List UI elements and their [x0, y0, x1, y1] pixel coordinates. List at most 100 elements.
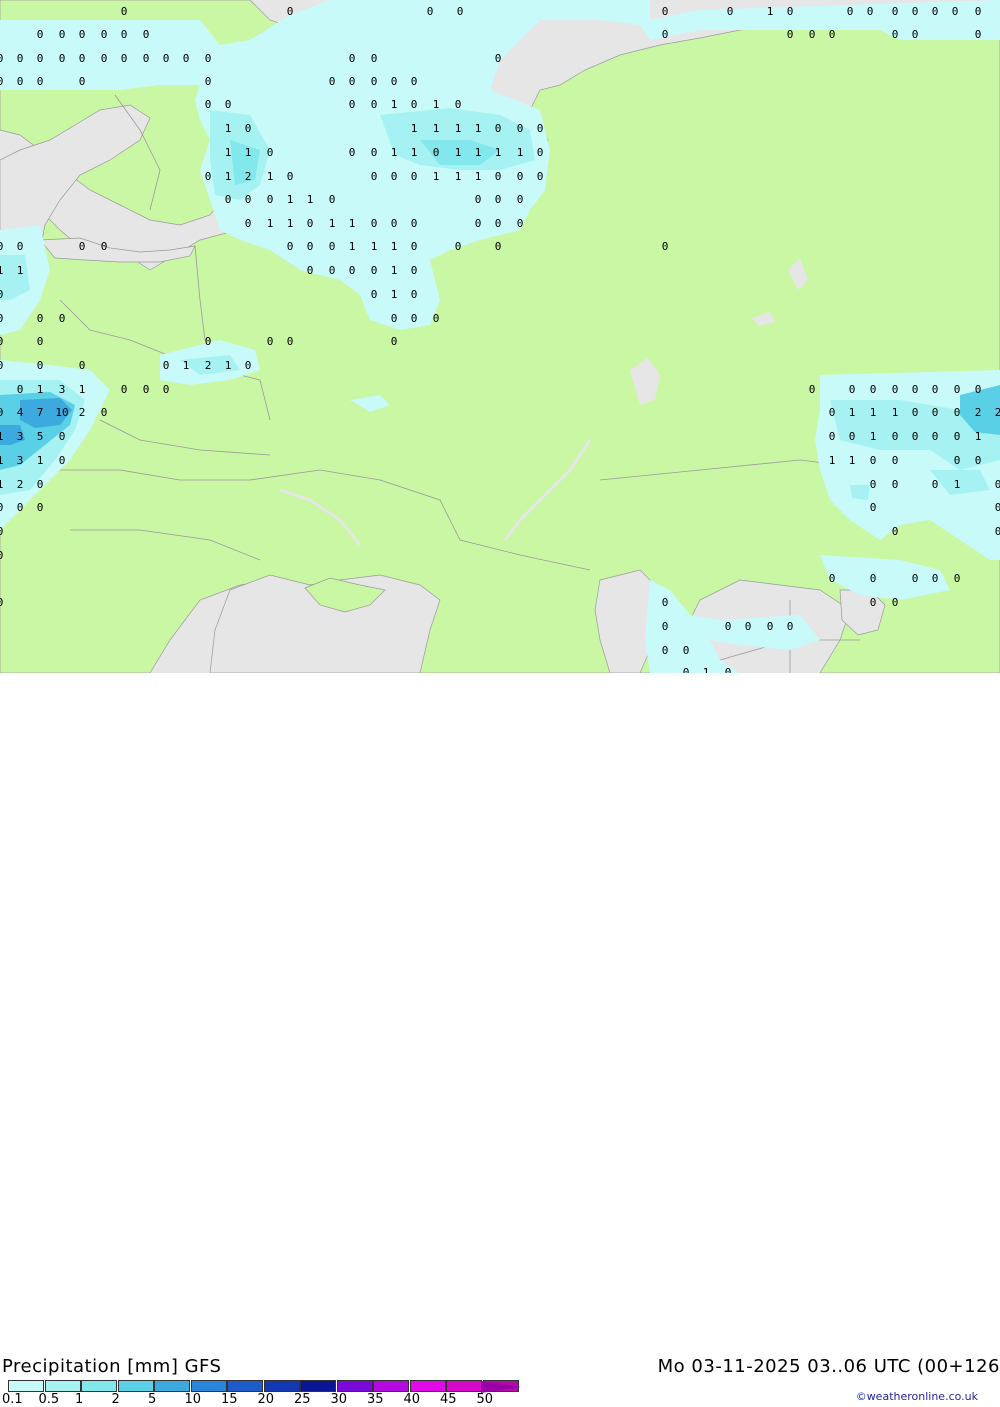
precip-value: 0	[205, 170, 212, 183]
precip-value: 0	[727, 5, 734, 18]
precip-value: 2	[995, 406, 1000, 419]
precip-value: 0	[17, 75, 24, 88]
precip-value: 0	[912, 572, 919, 585]
precip-value: 1	[37, 454, 44, 467]
precip-value: 0	[745, 620, 752, 633]
precip-value: 1	[225, 359, 232, 372]
legend-swatch	[300, 1380, 336, 1392]
precip-value: 0	[0, 359, 3, 372]
precip-value: 0	[912, 383, 919, 396]
precip-value: 1	[0, 430, 3, 443]
precip-value: 0	[287, 335, 294, 348]
precip-value: 1	[829, 454, 836, 467]
precip-value: 0	[870, 572, 877, 585]
precip-value: 0	[829, 406, 836, 419]
precip-value: 0	[870, 454, 877, 467]
precip-value: 0	[225, 98, 232, 111]
color-scale: 0.1 0.5 1 2 5 10 15 20 25 30 35 40 45 50	[2, 1380, 528, 1407]
precip-value: 0	[537, 122, 544, 135]
legend-tick-label: 45	[440, 1392, 457, 1407]
precip-value: 0	[245, 217, 252, 230]
precip-value: 0	[0, 312, 3, 325]
precip-value: 0	[17, 383, 24, 396]
precip-value: 0	[245, 193, 252, 206]
legend-swatch	[190, 1380, 227, 1392]
credit-link[interactable]: ©weatheronline.co.uk	[856, 1390, 978, 1403]
precip-value: 0	[787, 28, 794, 41]
precip-value: 1	[475, 146, 482, 159]
precip-value: 2	[79, 406, 86, 419]
precip-value: 1	[433, 122, 440, 135]
precip-value: 0	[662, 5, 669, 18]
precip-value: 0	[0, 288, 3, 301]
precip-value: 3	[17, 430, 24, 443]
precip-value: 0	[537, 146, 544, 159]
precip-value: 0	[0, 52, 3, 65]
legend-tick-label: 10	[184, 1392, 202, 1407]
precip-value: 0	[101, 28, 108, 41]
precip-value: 0	[329, 75, 336, 88]
precip-value: 0	[371, 170, 378, 183]
precip-value: 0	[683, 666, 690, 673]
precip-value: 1	[225, 170, 232, 183]
precip-value: 0	[371, 52, 378, 65]
precip-value: 0	[433, 146, 440, 159]
precip-value: 0	[495, 217, 502, 230]
precip-value: 0	[411, 240, 418, 253]
precip-value: 0	[287, 170, 294, 183]
precip-value: 0	[267, 335, 274, 348]
precip-value: 1	[455, 146, 462, 159]
precip-value: 2	[245, 170, 252, 183]
precip-value: 1	[37, 383, 44, 396]
precip-value: 0	[59, 454, 66, 467]
precip-value: 0	[892, 596, 899, 609]
precip-value: 0	[495, 170, 502, 183]
precip-value: 0	[954, 430, 961, 443]
precip-value: 0	[495, 52, 502, 65]
precip-value: 0	[849, 383, 856, 396]
precip-value: 0	[121, 52, 128, 65]
legend-tick-label: 30	[330, 1392, 348, 1407]
precip-value: 0	[349, 52, 356, 65]
precip-value: 0	[975, 5, 982, 18]
precip-value: 0	[371, 75, 378, 88]
precip-value: 0	[37, 501, 44, 514]
legend-swatch	[446, 1380, 482, 1392]
precip-value: 0	[662, 620, 669, 633]
precip-value: 0	[829, 430, 836, 443]
precip-value: 0	[912, 430, 919, 443]
precip-value: 1	[391, 264, 398, 277]
precip-value: 1	[79, 383, 86, 396]
valid-time: Mo 03-11-2025 03..06 UTC (00+126	[657, 1356, 1000, 1377]
precip-value: 0	[829, 572, 836, 585]
precip-value: 0	[495, 122, 502, 135]
precip-value: 0	[411, 217, 418, 230]
precip-value: 0	[975, 28, 982, 41]
precip-value: 1	[767, 5, 774, 18]
precip-value: 0	[391, 312, 398, 325]
precip-value: 0	[79, 28, 86, 41]
precip-value: 0	[954, 406, 961, 419]
precip-value: 0	[892, 478, 899, 491]
precip-value: 0	[59, 52, 66, 65]
precip-value: 0	[267, 146, 274, 159]
precip-value: 0	[495, 193, 502, 206]
legend-swatch	[336, 1380, 373, 1392]
precip-value: 0	[870, 478, 877, 491]
precip-value: 0	[767, 620, 774, 633]
precip-value: 0	[37, 478, 44, 491]
legend-swatch	[81, 1380, 117, 1392]
precip-value: 0	[912, 5, 919, 18]
precip-value: 0	[391, 217, 398, 230]
precip-value: 0	[371, 146, 378, 159]
precip-value: 1	[17, 264, 24, 277]
legend-tick-label: 2	[111, 1392, 120, 1407]
precip-value: 2	[205, 359, 212, 372]
precip-value: 0	[391, 335, 398, 348]
precip-value: 0	[183, 52, 190, 65]
legend-swatch	[227, 1380, 263, 1392]
precip-value: 1	[391, 98, 398, 111]
precip-value: 0	[17, 52, 24, 65]
precip-value: 0	[870, 596, 877, 609]
precip-value: 0	[37, 312, 44, 325]
